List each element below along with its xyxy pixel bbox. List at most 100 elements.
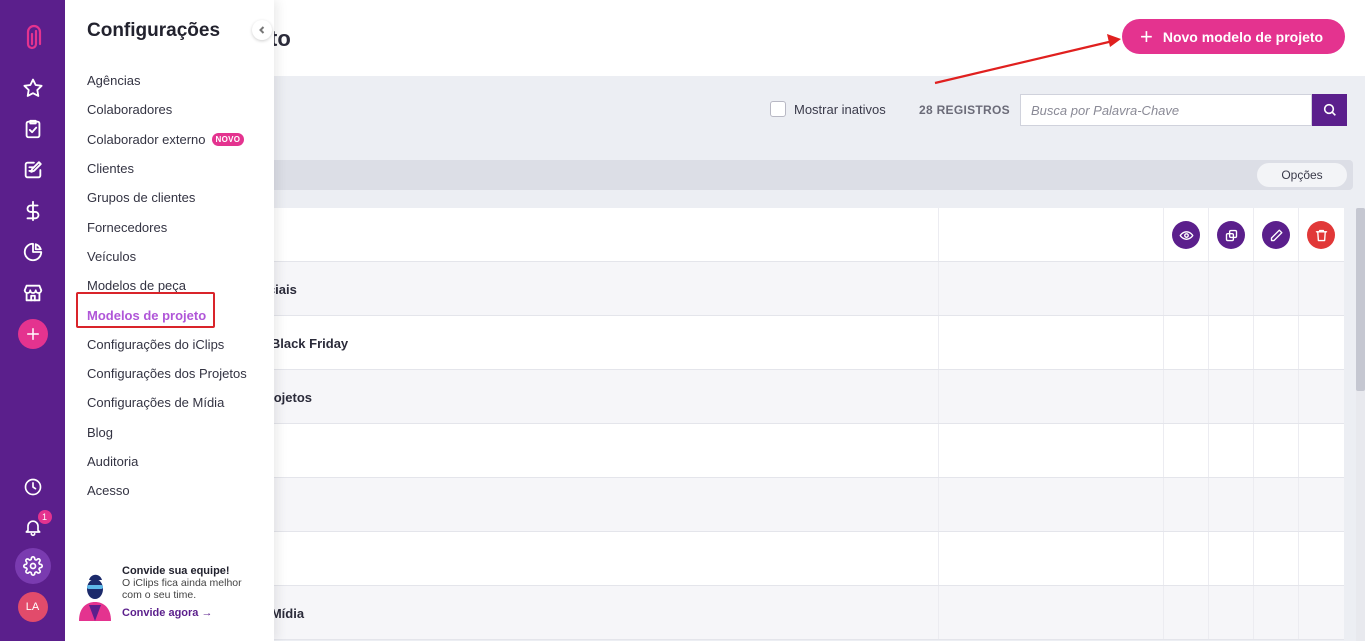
invite-illustration [79, 574, 111, 621]
column-divider [1208, 316, 1209, 369]
column-divider [1253, 586, 1254, 639]
column-divider [938, 424, 939, 477]
copy-icon [1225, 229, 1237, 241]
chevron-left-icon [259, 26, 265, 34]
records-count: 28 REGISTROS [919, 103, 1010, 117]
scrollbar-thumb[interactable] [1356, 208, 1365, 391]
new-badge: NOVO [211, 132, 245, 146]
invite-now-label: Convide agora [122, 607, 199, 619]
menu-item-label: Grupos de clientes [87, 190, 196, 206]
trash-icon [1315, 229, 1327, 241]
gear-icon[interactable] [14, 548, 51, 584]
column-divider [938, 316, 939, 369]
menu-item-colaborador-externo[interactable]: Colaborador externo NOVO [87, 125, 247, 154]
column-divider [1253, 532, 1254, 585]
menu-item-fornecedores[interactable]: Fornecedores [87, 212, 247, 241]
menu-item-agencias[interactable]: Agências [87, 66, 247, 95]
star-icon[interactable] [20, 75, 46, 101]
column-divider [1208, 262, 1209, 315]
menu-item-blog[interactable]: Blog [87, 418, 247, 447]
menu-item-label: Veículos [87, 248, 137, 264]
column-divider [1253, 262, 1254, 315]
menu-item-label: Agências [87, 73, 141, 89]
promo-text: O iClips fica ainda melhor com o seu tim… [122, 577, 242, 601]
menu-item-auditoria[interactable]: Auditoria [87, 447, 247, 476]
menu-item-configuracoes-iclips[interactable]: Configurações do iClips [87, 330, 247, 359]
column-divider [1208, 370, 1209, 423]
column-divider [938, 208, 939, 261]
dollar-icon[interactable] [20, 198, 46, 224]
column-divider [1208, 478, 1209, 531]
column-divider [1208, 424, 1209, 477]
delete-button[interactable] [1307, 221, 1335, 249]
column-divider [1163, 586, 1164, 639]
menu-item-label: Modelos de peça [87, 278, 187, 294]
arrow-right-icon: → [201, 607, 213, 619]
column-divider [1298, 316, 1299, 369]
column-divider [1298, 370, 1299, 423]
search-icon [1323, 103, 1336, 116]
menu-item-label: Blog [87, 424, 114, 440]
add-icon[interactable] [17, 319, 48, 349]
column-divider [1163, 370, 1164, 423]
drawer-title: Configurações [87, 20, 221, 41]
column-divider [1208, 532, 1209, 585]
column-divider [1253, 370, 1254, 423]
column-divider [1163, 532, 1164, 585]
menu-item-label: Configurações dos Projetos [87, 366, 247, 382]
duplicate-button[interactable] [1217, 221, 1245, 249]
column-divider [1298, 586, 1299, 639]
logo-icon[interactable] [18, 22, 48, 56]
active-item-highlight [76, 292, 215, 328]
show-inactive-toggle[interactable]: Mostrar inativos [770, 101, 886, 117]
column-divider [1253, 478, 1254, 531]
eye-icon [1179, 230, 1193, 240]
menu-item-configuracoes-midia[interactable]: Configurações de Mídia [87, 388, 247, 417]
menu-item-colaboradores[interactable]: Colaboradores [87, 95, 247, 124]
column-divider [1298, 262, 1299, 315]
menu-item-clientes[interactable]: Clientes [87, 154, 247, 183]
menu-item-grupos-de-clientes[interactable]: Grupos de clientes [87, 183, 247, 212]
menu-item-acesso[interactable]: Acesso [87, 476, 247, 505]
column-divider [938, 586, 939, 639]
menu-item-label: Auditoria [87, 454, 139, 469]
column-divider [938, 262, 939, 315]
menu-item-label: Colaborador externo [87, 131, 206, 147]
menu-item-label: Colaboradores [87, 102, 173, 118]
menu-item-label: Acesso [87, 483, 130, 499]
menu-item-veiculos[interactable]: Veículos [87, 242, 247, 271]
promo-title: Convide sua equipe! [122, 565, 230, 577]
collapse-drawer-button[interactable] [252, 20, 272, 40]
show-inactive-label: Mostrar inativos [794, 101, 886, 117]
column-divider [1253, 424, 1254, 477]
menu-item-label: Clientes [87, 161, 134, 177]
avatar[interactable]: LA [17, 592, 48, 622]
menu-item-label: Configurações de Mídia [87, 395, 225, 411]
menu-item-label: Fornecedores [87, 219, 168, 235]
column-divider [1163, 316, 1164, 369]
column-divider [1298, 424, 1299, 477]
column-divider [1163, 478, 1164, 531]
column-divider [1208, 208, 1209, 261]
options-button[interactable]: Opções [1257, 163, 1347, 187]
clock-icon[interactable] [20, 474, 46, 500]
pie-chart-icon[interactable] [20, 239, 46, 265]
column-divider [1298, 208, 1299, 261]
settings-drawer: Configurações Agências Colaboradores Col… [65, 0, 274, 641]
edit-button[interactable] [1262, 221, 1290, 249]
store-icon[interactable] [20, 280, 46, 306]
column-divider [1208, 586, 1209, 639]
show-inactive-checkbox[interactable] [770, 101, 786, 117]
edit-icon[interactable] [20, 157, 46, 183]
clipboard-icon[interactable] [20, 116, 46, 142]
settings-menu: Agências Colaboradores Colaborador exter… [87, 66, 247, 505]
menu-item-configuracoes-projetos[interactable]: Configurações dos Projetos [87, 359, 247, 388]
column-divider [938, 532, 939, 585]
invite-now-link[interactable]: Convide agora → [122, 607, 212, 619]
view-button[interactable] [1172, 221, 1200, 249]
column-divider [1163, 262, 1164, 315]
column-divider [938, 370, 939, 423]
invite-promo: Convide sua equipe! O iClips fica ainda … [73, 565, 268, 625]
bell-icon[interactable]: 1 [20, 510, 52, 540]
column-divider [1163, 424, 1164, 477]
